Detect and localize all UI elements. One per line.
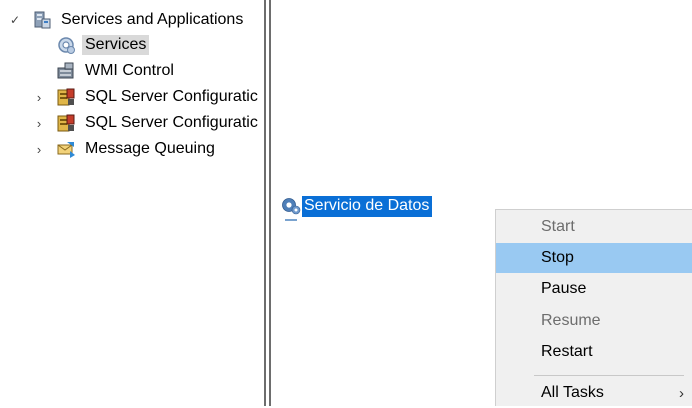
menu-item-label: Start bbox=[541, 218, 575, 235]
pane-splitter[interactable] bbox=[264, 0, 271, 406]
submenu-arrow-icon: › bbox=[679, 384, 684, 402]
tree-item-label: Services and Applications bbox=[61, 11, 244, 28]
services-gear-icon bbox=[56, 35, 76, 55]
navigation-tree: ✓ Services and Applications Services WMI… bbox=[0, 0, 266, 406]
wmi-control-icon bbox=[56, 61, 76, 81]
tree-item-label: SQL Server Configuratic bbox=[85, 114, 258, 131]
focus-underline bbox=[285, 219, 297, 221]
tree-item-label: SQL Server Configuratic bbox=[85, 88, 258, 105]
collapsed-chevron-icon[interactable]: › bbox=[32, 116, 46, 131]
menu-item-start[interactable]: Start bbox=[496, 212, 692, 242]
tree-item-label: Services bbox=[82, 35, 150, 55]
service-item-servicio-de-datos[interactable]: Servicio de Datos bbox=[280, 194, 433, 218]
menu-item-label: All Tasks bbox=[541, 384, 604, 401]
menu-item-label: Resume bbox=[541, 312, 601, 329]
menu-item-restart[interactable]: Restart bbox=[496, 337, 692, 367]
clipped-row-remnant bbox=[279, 0, 499, 4]
sql-config-icon bbox=[56, 87, 76, 107]
collapsed-chevron-icon[interactable]: › bbox=[32, 142, 46, 157]
services-applications-icon bbox=[32, 10, 52, 30]
tree-item-sql-server-configuration[interactable]: › SQL Server Configuratic bbox=[32, 111, 261, 135]
expanded-chevron-icon[interactable]: ✓ bbox=[8, 13, 22, 27]
message-queue-icon bbox=[56, 139, 76, 159]
menu-item-all-tasks[interactable]: All Tasks › bbox=[496, 378, 692, 408]
tree-item-services[interactable]: Services bbox=[56, 33, 150, 57]
tree-item-label: WMI Control bbox=[85, 62, 174, 79]
tree-item-sql-server-configuration[interactable]: › SQL Server Configuratic bbox=[32, 85, 261, 109]
collapsed-chevron-icon[interactable]: › bbox=[32, 90, 46, 105]
tree-item-services-and-applications[interactable]: ✓ Services and Applications bbox=[8, 8, 246, 32]
tree-item-wmi-control[interactable]: WMI Control bbox=[56, 59, 177, 83]
sql-config-icon bbox=[56, 113, 76, 133]
service-name-label: Servicio de Datos bbox=[302, 195, 433, 217]
menu-item-pause[interactable]: Pause bbox=[496, 274, 692, 304]
menu-item-resume[interactable]: Resume bbox=[496, 306, 692, 336]
context-menu: Start Stop Pause Resume Restart All Task… bbox=[495, 209, 692, 406]
tree-item-label: Message Queuing bbox=[85, 140, 215, 157]
menu-item-label: Pause bbox=[541, 280, 587, 297]
menu-item-stop[interactable]: Stop bbox=[496, 243, 692, 273]
menu-item-label: Stop bbox=[541, 249, 574, 266]
menu-separator bbox=[534, 375, 684, 376]
service-gear-icon bbox=[280, 195, 302, 217]
tree-item-message-queuing[interactable]: › Message Queuing bbox=[32, 137, 218, 161]
menu-item-label: Restart bbox=[541, 343, 593, 360]
